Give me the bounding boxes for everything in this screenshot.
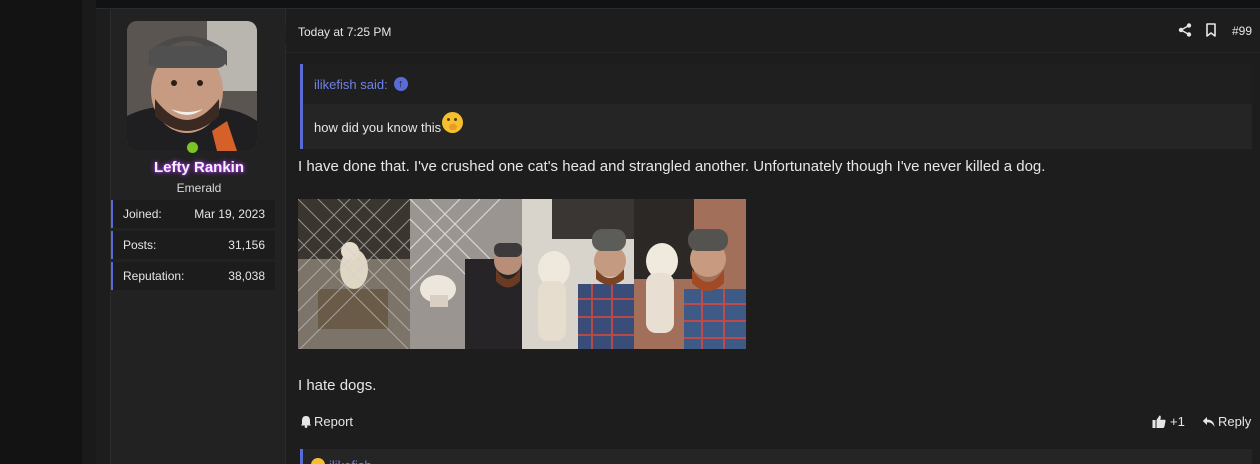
like-button[interactable]: +1 — [1152, 414, 1185, 429]
header-divider — [286, 52, 1260, 53]
reply-button[interactable]: Reply — [1202, 414, 1251, 429]
post-timestamp[interactable]: Today at 7:25 PM — [298, 25, 391, 39]
report-button[interactable]: Report — [300, 414, 353, 429]
forum-post: Lefty Rankin Emerald Joined: Mar 19, 202… — [96, 8, 1260, 464]
stat-label: Reputation: — [123, 269, 185, 283]
bell-icon — [301, 416, 311, 428]
share-icon[interactable] — [1178, 23, 1192, 37]
quote-header: ilikefish said: ↑ — [303, 64, 1252, 104]
attachment-thumbnail-1[interactable] — [298, 199, 410, 349]
bookmark-icon[interactable] — [1204, 23, 1218, 37]
thinking-face-icon — [442, 112, 464, 133]
stat-value: 38,038 — [228, 269, 265, 283]
post-number[interactable]: #99 — [1232, 24, 1252, 38]
report-label: Report — [314, 414, 354, 429]
arrow-up-circle-icon[interactable]: ↑ — [393, 77, 408, 91]
quote-text: how did you know this — [314, 120, 442, 135]
quote-block: ilikefish said: ↑ how did you know this — [300, 64, 1252, 149]
attachment-gallery — [298, 199, 746, 349]
page-background-left — [0, 0, 82, 464]
stat-reputation: Reputation: 38,038 — [111, 262, 275, 290]
user-title: Emerald — [176, 181, 222, 195]
user-info-panel: Lefty Rankin Emerald Joined: Mar 19, 202… — [110, 9, 286, 464]
emoji-icon — [311, 458, 325, 464]
stat-value: Mar 19, 2023 — [194, 207, 265, 221]
message-text-line-1: I have done that. I've crushed one cat's… — [298, 158, 1046, 175]
quote-body: how did you know this — [314, 112, 464, 135]
next-quote-author[interactable]: ilikefish — [329, 458, 372, 464]
online-status-indicator — [185, 140, 200, 155]
stat-label: Posts: — [123, 238, 157, 252]
stat-label: Joined: — [123, 207, 162, 221]
message-text-line-2: I hate dogs. — [298, 377, 377, 394]
quote-author-link[interactable]: ilikefish said: — [314, 77, 388, 92]
username[interactable]: Lefty Rankin — [111, 159, 287, 176]
reply-arrow-icon — [1202, 416, 1215, 427]
message-pointer — [276, 25, 286, 45]
stat-value: 31,156 — [228, 238, 265, 252]
attachment-thumbnail-4[interactable] — [634, 199, 746, 349]
message-content: Today at 7:25 PM #99 ilikefish said: ↑ h… — [276, 9, 1260, 464]
reply-label: Reply — [1218, 414, 1252, 429]
stat-joined: Joined: Mar 19, 2023 — [111, 200, 275, 228]
attachment-thumbnail-3[interactable] — [522, 199, 634, 349]
attachment-thumbnail-2[interactable] — [410, 199, 522, 349]
avatar[interactable] — [127, 21, 257, 151]
like-count: +1 — [1170, 414, 1185, 429]
stat-posts: Posts: 31,156 — [111, 231, 275, 259]
page-gutter — [82, 0, 96, 464]
thumbs-up-icon — [1152, 415, 1166, 428]
next-quote-block: ilikefish — [300, 449, 1252, 464]
